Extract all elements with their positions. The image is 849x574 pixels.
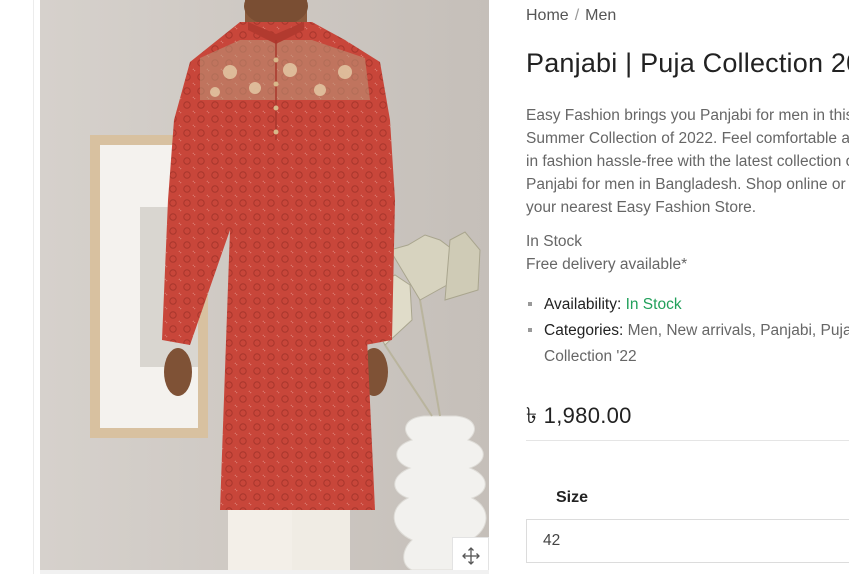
product-meta: Availability: In Stock Categories: Men, … bbox=[526, 292, 849, 370]
product-image[interactable] bbox=[40, 0, 489, 570]
price-divider bbox=[526, 440, 849, 441]
categories-links-cont[interactable]: Collection '22 bbox=[544, 344, 849, 370]
product-details: Home/Men Panjabi | Puja Collection 2022 … bbox=[526, 0, 849, 574]
page-divider bbox=[33, 0, 34, 574]
product-price: ৳ 1,980.00 bbox=[526, 403, 632, 428]
size-label: Size bbox=[556, 489, 589, 506]
breadcrumb-men[interactable]: Men bbox=[585, 7, 616, 24]
categories-links[interactable]: Men, New arrivals, Panjabi, Puja bbox=[628, 322, 849, 339]
categories-item: Categories: Men, New arrivals, Panjabi, … bbox=[526, 318, 849, 370]
stock-status: In Stock bbox=[526, 233, 582, 250]
description-line: in fashion hassle-free with the latest c… bbox=[526, 153, 849, 170]
categories-label: Categories: bbox=[544, 322, 624, 339]
product-title: Panjabi | Puja Collection 2022 bbox=[526, 48, 849, 78]
size-select[interactable]: 42 bbox=[526, 519, 849, 563]
description-line: Panjabi for men in Bangladesh. Shop onli… bbox=[526, 176, 849, 193]
description-line: your nearest Easy Fashion Store. bbox=[526, 199, 757, 216]
panjabi-model-photo bbox=[40, 0, 489, 570]
delivery-note: Free delivery available* bbox=[526, 256, 688, 273]
description-line: Summer Collection of 2022. Feel comforta… bbox=[526, 130, 849, 147]
availability-item: Availability: In Stock bbox=[526, 292, 849, 318]
breadcrumb-separator: / bbox=[574, 7, 580, 24]
description-line: Easy Fashion brings you Panjabi for men … bbox=[526, 107, 849, 124]
breadcrumb-home[interactable]: Home bbox=[526, 7, 569, 24]
zoom-button[interactable] bbox=[452, 537, 489, 574]
availability-value: In Stock bbox=[625, 296, 682, 313]
expand-arrows-icon bbox=[461, 546, 480, 565]
breadcrumb: Home / Men bbox=[526, 7, 616, 25]
product-description: Easy Fashion brings you Panjabi for men … bbox=[526, 104, 849, 219]
availability-label: Availability: bbox=[544, 296, 622, 313]
gallery-divider bbox=[40, 570, 489, 574]
